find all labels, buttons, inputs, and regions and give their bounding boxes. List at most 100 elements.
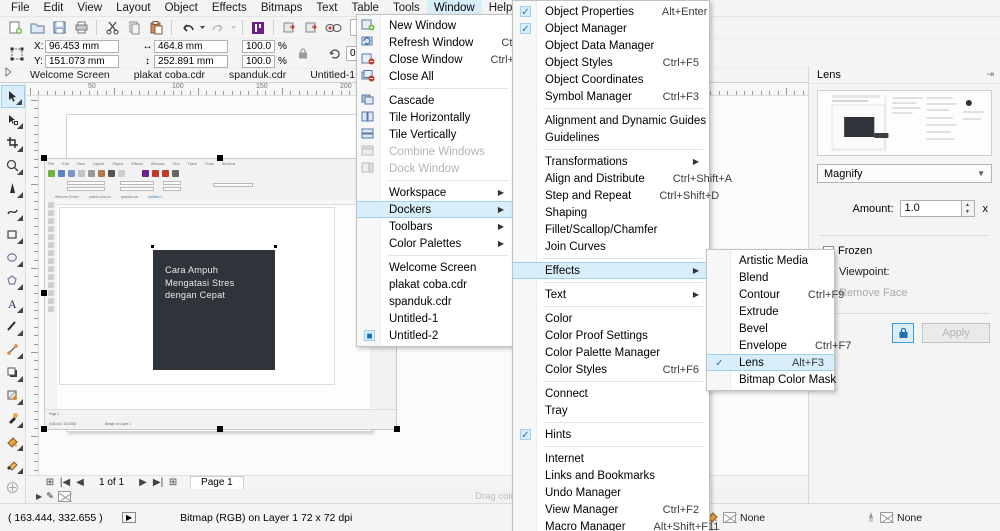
page-tab-1[interactable]: Page 1 xyxy=(190,476,244,489)
menu-item-object-styles[interactable]: Object Styles Ctrl+F5 xyxy=(513,54,709,71)
menu-item-envelope[interactable]: Envelope Ctrl+F7 xyxy=(707,337,851,354)
ellipse-tool[interactable] xyxy=(1,246,25,269)
straight-line-connector-tool[interactable] xyxy=(1,338,25,361)
palette-scroll-icon[interactable]: ▶ xyxy=(36,492,42,501)
lens-type-select[interactable]: Magnify ▼ xyxy=(817,164,992,183)
application-launcher-icon[interactable] xyxy=(247,18,269,38)
width-input[interactable]: 464.8 mm xyxy=(154,39,228,53)
menu-item-tile-vertically[interactable]: Tile Vertically xyxy=(357,126,514,143)
doc-tab-plakat-coba[interactable]: plakat coba.cdr xyxy=(122,69,217,82)
crop-tool[interactable] xyxy=(1,131,25,154)
menu-item-fillet-scallop-chamfer[interactable]: Fillet/Scallop/Chamfer xyxy=(513,221,709,238)
outline-status[interactable]: None xyxy=(866,511,922,524)
last-page-icon[interactable]: ▶| xyxy=(152,477,164,488)
remove-face-row[interactable]: Remove Face xyxy=(839,287,1000,299)
prev-page-icon[interactable]: ◀ xyxy=(74,477,86,488)
add-page-end-icon[interactable]: ⊞ xyxy=(167,477,179,488)
redo-icon[interactable] xyxy=(207,18,229,38)
publish-pdf-icon[interactable] xyxy=(322,18,344,38)
dockers-submenu[interactable]: ✓ Object Properties Alt+Enter ✓ Object M… xyxy=(512,0,732,531)
text-tool[interactable]: A xyxy=(1,292,25,315)
menu-item-internet[interactable]: Internet xyxy=(513,450,709,467)
menu-item-tray[interactable]: Tray xyxy=(513,402,709,419)
menu-text[interactable]: Text xyxy=(309,0,344,17)
add-page-start-icon[interactable]: ⊞ xyxy=(44,477,56,488)
viewpoint-row[interactable]: Viewpoint: xyxy=(839,266,1000,278)
transparency-tool[interactable] xyxy=(1,384,25,407)
menu-item-guidelines[interactable]: Guidelines xyxy=(513,129,709,146)
effects-submenu[interactable]: Artistic Media Blend Contour Ctrl+F9 Ext… xyxy=(706,249,851,391)
menu-item-lens[interactable]: ✓ Lens Alt+F3 xyxy=(707,354,834,371)
menu-item-hints[interactable]: ✓ Hints xyxy=(513,426,709,443)
menu-item-object-coordinates[interactable]: Object Coordinates xyxy=(513,71,709,88)
menu-item-welcome-screen[interactable]: Welcome Screen xyxy=(357,259,514,276)
chevron-down-icon[interactable]: ▼ xyxy=(977,169,985,178)
export-icon[interactable] xyxy=(300,18,322,38)
selection-handle-bm[interactable] xyxy=(217,426,223,432)
scale-width-input[interactable]: 100.0 xyxy=(242,39,276,53)
menu-item-color-palette-manager[interactable]: Color Palette Manager xyxy=(513,344,709,361)
menu-item-effects[interactable]: Effects ▶ xyxy=(513,262,709,279)
menu-item-color-styles[interactable]: Color Styles Ctrl+F6 xyxy=(513,361,709,378)
vertical-ruler[interactable] xyxy=(26,96,39,475)
save-document-icon[interactable] xyxy=(48,18,70,38)
zoom-tool[interactable] xyxy=(1,154,25,177)
pin-icon[interactable]: ⇥ xyxy=(986,69,994,80)
no-color-swatch[interactable] xyxy=(58,490,72,502)
menu-item-align-and-distribute[interactable]: Align and Distribute Ctrl+Shift+A xyxy=(513,170,732,187)
window-menu[interactable]: New Window Refresh Window Ctrl+W Close W… xyxy=(356,14,535,347)
selection-handle-br[interactable] xyxy=(394,426,400,432)
selection-handle-bl[interactable] xyxy=(41,426,47,432)
menu-item-untitled-1[interactable]: Untitled-1 xyxy=(357,310,514,327)
parallel-dimension-tool[interactable] xyxy=(1,315,25,338)
copy-icon[interactable] xyxy=(123,18,145,38)
redo-dropdown-icon[interactable] xyxy=(229,18,238,38)
drop-shadow-tool[interactable] xyxy=(1,361,25,384)
menu-item-plakat-coba[interactable]: plakat coba.cdr xyxy=(357,276,514,293)
frozen-checkbox-row[interactable]: Frozen xyxy=(823,245,1000,257)
outline-none-swatch[interactable] xyxy=(880,512,893,523)
palette-eyedropper-icon[interactable]: ✎ xyxy=(46,491,54,502)
menu-view[interactable]: View xyxy=(70,0,109,17)
menu-item-color[interactable]: Color xyxy=(513,310,709,327)
menu-item-transformations[interactable]: Transformations ▶ xyxy=(513,153,709,170)
open-document-icon[interactable] xyxy=(26,18,48,38)
menu-item-color-palettes[interactable]: Color Palettes ▶ xyxy=(357,235,514,252)
scale-height-input[interactable]: 100.0 xyxy=(242,54,276,68)
x-position-input[interactable]: 96.453 mm xyxy=(45,39,119,53)
paste-icon[interactable] xyxy=(145,18,167,38)
new-document-icon[interactable] xyxy=(4,18,26,38)
color-eyedropper-tool[interactable] xyxy=(1,407,25,430)
menu-item-symbol-manager[interactable]: Symbol Manager Ctrl+F3 xyxy=(513,88,709,105)
menu-item-undo-manager[interactable]: Undo Manager xyxy=(513,484,709,501)
height-input[interactable]: 252.891 mm xyxy=(154,54,228,68)
menu-file[interactable]: File xyxy=(4,0,37,17)
lock-ratio-icon[interactable] xyxy=(292,44,314,64)
menu-item-color-proof-settings[interactable]: Color Proof Settings xyxy=(513,327,709,344)
menu-item-tile-horizontally[interactable]: Tile Horizontally xyxy=(357,109,514,126)
menu-item-blend[interactable]: Blend xyxy=(707,269,834,286)
selection-handle-tl[interactable] xyxy=(41,155,47,161)
menu-item-contour[interactable]: Contour Ctrl+F9 xyxy=(707,286,844,303)
menu-object[interactable]: Object xyxy=(158,0,205,17)
menu-item-close-all[interactable]: Close All xyxy=(357,68,514,85)
menu-item-toolbars[interactable]: Toolbars ▶ xyxy=(357,218,514,235)
rectangle-tool[interactable] xyxy=(1,223,25,246)
menu-item-join-curves[interactable]: Join Curves xyxy=(513,238,709,255)
print-icon[interactable] xyxy=(70,18,92,38)
amount-input[interactable]: 1.0 xyxy=(899,200,962,217)
freehand-tool[interactable] xyxy=(1,177,25,200)
selection-handle-ml[interactable] xyxy=(41,290,47,296)
menu-item-extrude[interactable]: Extrude xyxy=(707,303,834,320)
shape-tool[interactable] xyxy=(1,108,25,131)
menu-item-new-window[interactable]: New Window xyxy=(357,17,514,34)
y-position-input[interactable]: 151.073 mm xyxy=(45,54,119,68)
statusbar-expand-icon[interactable]: ▶ xyxy=(122,512,137,523)
menu-item-workspace[interactable]: Workspace ▶ xyxy=(357,184,514,201)
selection-handle-tm[interactable] xyxy=(217,155,223,161)
amount-stepper[interactable]: ▲ ▼ xyxy=(961,200,975,217)
doc-tab-spanduk[interactable]: spanduk.cdr xyxy=(217,69,298,82)
undo-icon[interactable] xyxy=(176,18,198,38)
menu-item-text[interactable]: Text ▶ xyxy=(513,286,709,303)
menu-item-step-and-repeat[interactable]: Step and Repeat Ctrl+Shift+D xyxy=(513,187,719,204)
